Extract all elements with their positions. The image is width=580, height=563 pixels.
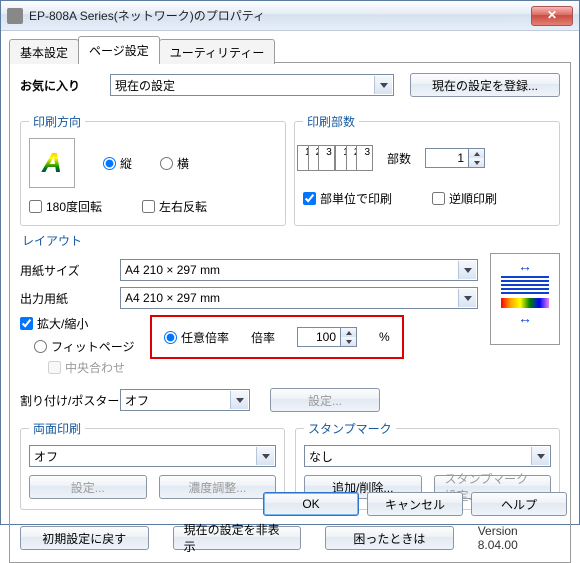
titlebar[interactable]: EP-808A Series(ネットワーク)のプロパティ ✕ (1, 1, 579, 31)
tab-utility[interactable]: ユーティリティー (159, 39, 276, 64)
chevron-down-icon[interactable] (230, 391, 248, 409)
chevron-down-icon[interactable] (256, 447, 274, 465)
reverse-order-checkbox[interactable]: 逆順印刷 (432, 190, 497, 207)
portrait-radio[interactable]: 縦 (103, 155, 132, 172)
tab-strip: 基本設定 ページ設定 ユーティリティー (9, 39, 571, 63)
paper-size-select[interactable]: A4 210 × 297 mm (120, 259, 478, 281)
favorites-value: 現在の設定 (115, 77, 175, 94)
ok-button[interactable]: OK (263, 492, 359, 516)
dialog-button-row: OK キャンセル ヘルプ (263, 492, 567, 516)
landscape-radio[interactable]: 横 (160, 155, 189, 172)
favorites-row: お気に入り 現在の設定 現在の設定を登録... (20, 73, 560, 97)
cancel-button[interactable]: キャンセル (367, 492, 463, 516)
printer-icon (7, 8, 23, 24)
spin-up-icon[interactable] (469, 149, 484, 158)
enlarge-reduce-checkbox[interactable]: 拡大/縮小 (20, 315, 140, 332)
mirror-checkbox[interactable]: 左右反転 (142, 198, 207, 215)
output-size-select[interactable]: A4 210 × 297 mm (120, 287, 478, 309)
custom-ratio-highlight: 任意倍率 倍率 % (150, 315, 404, 359)
orientation-legend: 印刷方向 (29, 113, 85, 130)
spin-down-icon[interactable] (469, 158, 484, 167)
favorites-select[interactable]: 現在の設定 (110, 74, 394, 96)
custom-ratio-radio[interactable]: 任意倍率 (164, 329, 229, 346)
rotate-180-checkbox[interactable]: 180度回転 (29, 198, 102, 215)
tab-page-setup[interactable]: ページ設定 (78, 36, 160, 63)
window-title: EP-808A Series(ネットワーク)のプロパティ (29, 7, 531, 24)
duplex-settings-button: 設定... (29, 475, 147, 499)
properties-dialog: EP-808A Series(ネットワーク)のプロパティ ✕ 基本設定 ページ設… (0, 0, 580, 525)
copies-legend: 印刷部数 (303, 113, 359, 130)
copies-input[interactable] (425, 148, 469, 168)
copies-group: 印刷部数 部数 部単位で印刷 (294, 113, 560, 226)
chevron-down-icon[interactable] (531, 447, 549, 465)
layout-preview: ↔ ↔ (490, 253, 560, 345)
ratio-label: 倍率 (251, 329, 275, 346)
reset-defaults-button[interactable]: 初期設定に戻す (20, 526, 149, 550)
spin-down-icon[interactable] (341, 337, 356, 346)
chevron-down-icon[interactable] (458, 289, 476, 307)
orientation-preview-icon: A (29, 138, 75, 188)
layout-label: レイアウト (22, 232, 560, 249)
close-button[interactable]: ✕ (531, 6, 573, 26)
multiup-label: 割り付け/ポスター (20, 392, 120, 409)
multiup-select[interactable]: オフ (120, 389, 250, 411)
orientation-group: 印刷方向 A 縦 横 180度回転 左右反転 (20, 113, 286, 226)
help-button[interactable]: ヘルプ (471, 492, 567, 516)
copies-label: 部数 (387, 150, 411, 167)
register-favorites-button[interactable]: 現在の設定を登録... (410, 73, 560, 97)
watermark-legend: スタンプマーク (304, 420, 396, 437)
collate-icon (303, 138, 373, 178)
chevron-down-icon[interactable] (374, 76, 392, 94)
chevron-down-icon[interactable] (458, 261, 476, 279)
duplex-group: 両面印刷 オフ 設定... 濃度調整... (20, 420, 285, 510)
troubleshoot-button[interactable]: 困ったときは (325, 526, 454, 550)
ratio-unit: % (379, 330, 390, 344)
center-checkbox: 中央合わせ (48, 359, 140, 376)
fit-page-radio[interactable]: フィットページ (34, 338, 140, 355)
duplex-select[interactable]: オフ (29, 445, 276, 467)
tab-basic[interactable]: 基本設定 (9, 39, 79, 64)
collate-checkbox[interactable]: 部単位で印刷 (303, 190, 392, 207)
density-button: 濃度調整... (159, 475, 277, 499)
output-size-label: 出力用紙 (20, 290, 120, 307)
multiup-settings-button: 設定... (270, 388, 380, 412)
ratio-input[interactable] (297, 327, 341, 347)
spin-up-icon[interactable] (341, 328, 356, 337)
paper-size-label: 用紙サイズ (20, 262, 120, 279)
ratio-spinner[interactable] (297, 327, 357, 347)
hide-settings-button[interactable]: 現在の設定を非表示 (173, 526, 302, 550)
duplex-legend: 両面印刷 (29, 420, 85, 437)
version-label: Version 8.04.00 (478, 524, 560, 552)
copies-spinner[interactable] (425, 148, 485, 168)
tab-panel: お気に入り 現在の設定 現在の設定を登録... 印刷方向 A 縦 横 180 (9, 63, 571, 563)
favorites-label: お気に入り (20, 79, 80, 93)
watermark-select[interactable]: なし (304, 445, 551, 467)
